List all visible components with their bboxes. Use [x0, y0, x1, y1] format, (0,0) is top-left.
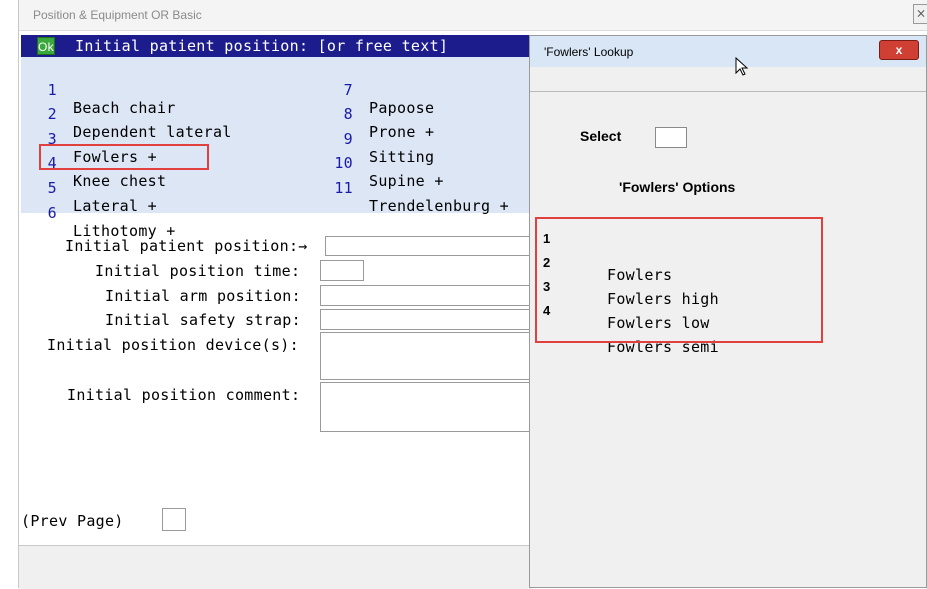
position-devices-input[interactable] [320, 332, 539, 380]
lookup-close-button[interactable]: x [879, 40, 919, 60]
position-comment-label: Initial position comment: [67, 386, 301, 404]
option-number: 6 [47, 204, 57, 222]
status-bar [19, 545, 533, 589]
arm-position-label: Initial arm position: [105, 287, 301, 305]
arm-position-input[interactable] [320, 285, 539, 306]
position-options-list: Ok Initial patient position: [or free te… [21, 35, 529, 240]
patient-position-input[interactable] [325, 236, 539, 256]
prev-page-label: (Prev Page) [21, 512, 124, 530]
close-window-button[interactable]: ⨯ [913, 4, 927, 24]
options-heading: 'Fowlers' Options [619, 179, 736, 195]
safety-strap-label: Initial safety strap: [105, 311, 301, 329]
fowlers-highlight-box [39, 144, 209, 170]
option-number: 11 [334, 179, 353, 197]
select-input[interactable] [655, 127, 687, 148]
position-time-input[interactable] [320, 260, 364, 281]
safety-strap-input[interactable] [320, 309, 539, 330]
list-header: Ok Initial patient position: [or free te… [21, 35, 529, 57]
lookup-options-highlight-box [535, 217, 823, 343]
position-comment-input[interactable] [320, 382, 539, 432]
window-title: Position & Equipment OR Basic [33, 8, 202, 22]
lookup-body: Select 'Fowlers' Options 1 Fowlers 2 Fow… [530, 91, 926, 588]
title-bar: Position & Equipment OR Basic ⨯ [19, 0, 927, 31]
fowlers-lookup-dialog: 'Fowlers' Lookup x Select 'Fowlers' Opti… [529, 35, 927, 588]
position-devices-label: Initial position device(s): [47, 336, 299, 354]
patient-position-label: Initial patient position:→ [65, 237, 308, 255]
mouse-pointer-icon [735, 57, 749, 76]
option-label: Dependent lateral [73, 123, 232, 141]
option-label: Trendelenburg + [369, 197, 509, 215]
list-header-text: Initial patient position: [or free text] [75, 37, 449, 55]
prev-page-input[interactable] [162, 508, 186, 531]
ok-button[interactable]: Ok [37, 37, 55, 55]
lookup-title: 'Fowlers' Lookup [544, 45, 634, 59]
select-label: Select [580, 128, 622, 144]
lookup-title-bar: 'Fowlers' Lookup x [530, 36, 926, 76]
option-trendelenburg[interactable]: 11 Trendelenburg + [333, 161, 508, 233]
position-time-label: Initial position time: [95, 262, 301, 280]
